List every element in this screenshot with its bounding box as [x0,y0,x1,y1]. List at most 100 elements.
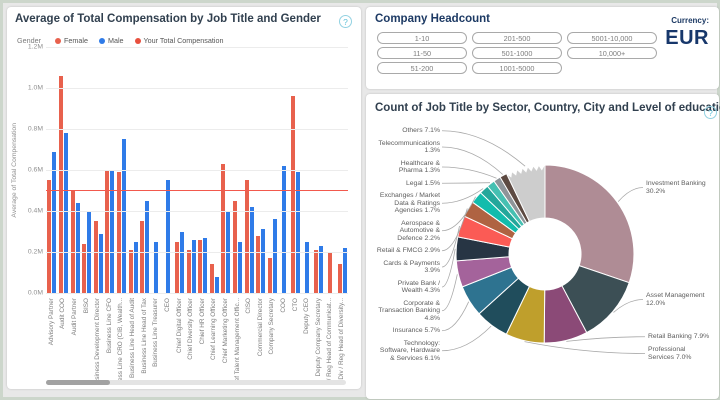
bar-female[interactable] [221,163,226,293]
x-tick-label: CTO [291,298,299,312]
y-axis-tick-labels: 0.0M 0.2M 0.4M 0.6M 0.8M 1.0M 1.2M [21,44,43,297]
donut-slice-investment-banking[interactable] [544,164,635,284]
bar-female[interactable] [128,249,133,293]
x-tick-label: BISO [82,298,90,314]
x-tick-cell: Deputy Company Secretary [313,298,325,382]
bar-female[interactable] [105,170,110,293]
scrollbar-thumb[interactable] [46,380,110,385]
bar-male[interactable] [75,202,80,293]
bar-female[interactable] [47,180,52,293]
bar-female[interactable] [93,221,98,293]
bar-male[interactable] [214,276,219,293]
x-tick-cell: BISO [81,298,93,382]
x-tick-cell: Audit Partner [69,298,81,382]
bar-male[interactable] [203,237,208,293]
headcount-filter-button[interactable]: 5001-10,000 [567,32,657,44]
gridline [46,252,348,253]
currency-value[interactable]: EUR [665,27,709,50]
bar-male[interactable] [261,229,266,293]
donut-label: Corporate & Transaction Banking 4.8% [378,299,440,322]
bar-female[interactable] [198,239,203,293]
bar-male[interactable] [249,206,254,293]
horizontal-scrollbar[interactable] [46,380,346,385]
bar-female[interactable] [314,249,319,293]
bar-female[interactable] [337,264,342,293]
x-tick-label: Chief Digital Officer [175,298,183,353]
bar-male[interactable] [110,170,115,293]
bar-male[interactable] [238,241,243,293]
x-tick-label: Deputy Company Secretary [314,298,322,377]
bar-female[interactable] [140,221,145,293]
x-tick-label: Business Line Head of Audit [129,298,137,378]
x-tick-cell: Business Line Head of Tax [139,298,151,382]
headcount-filter-button[interactable]: 11-50 [377,47,467,59]
donut-label: Aerospace & Automotive & Defence 2.2% [397,219,440,242]
legend-item[interactable]: Your Total Compensation [134,36,223,45]
x-tick-cell: Div / Reg Head of Communicat... [325,298,337,382]
bar-male[interactable] [165,180,170,293]
x-tick-cell: Div / Reg Head of Diversity... [336,298,348,382]
headcount-filter-button[interactable]: 51-200 [377,62,467,74]
x-tick-label: Business Line Head of Tax [140,298,148,374]
bar-male[interactable] [121,139,126,293]
x-tick-label: CEO [163,298,171,312]
legend-item-label: Male [107,36,124,45]
bar-plot-area [46,47,348,294]
bar-female[interactable] [244,180,249,293]
bar-female[interactable] [58,75,63,293]
headcount-filter-button[interactable]: 1-10 [377,32,467,44]
gridline [46,170,348,171]
legend-item[interactable]: Female [54,36,88,45]
legend-item[interactable]: Male [98,36,124,45]
bar-male[interactable] [191,239,196,293]
bar-male[interactable] [305,241,310,293]
headcount-filter-button[interactable]: 201-500 [472,32,562,44]
bar-female[interactable] [175,241,179,293]
bar-male[interactable] [133,241,138,293]
headcount-button-group: 1-10 201-500 5001-10,000 11-50 501-1000 10,00… [377,32,657,74]
bar-female[interactable] [328,252,333,293]
donut-label: Investment Banking 30.2% [646,180,706,195]
x-tick-cell: Chief Marketing Officer [220,298,232,382]
donut-plot-area: Others 7.1% Telecommunications 1.3% Healthc… [366,94,719,399]
bar-male[interactable] [342,247,347,293]
help-icon[interactable]: ? [339,15,352,28]
leader-line [441,274,458,312]
bar-male[interactable] [272,219,277,293]
your-total-compensation-line [46,189,348,191]
bar-male[interactable] [145,200,150,293]
bar-male[interactable] [98,233,103,293]
x-tick-label: Company Secretary [268,298,276,355]
x-tick-cell: CISO [243,298,255,382]
bar-male[interactable] [281,165,286,293]
bar-male[interactable] [63,133,68,293]
x-axis-tick-labels: Advisory Partner Audit COO Audit Partner BI… [46,298,348,382]
x-tick-label: Business Line CFO [105,298,113,354]
x-tick-label: COO [279,298,287,313]
donut-label: Telecommunications 1.3% [378,139,440,155]
headcount-filter-button[interactable]: 501-1000 [472,47,562,59]
bar-female[interactable] [267,258,272,293]
y-axis-title: Average of Total Compensation [11,122,18,218]
x-tick-label: Audit COO [59,298,67,329]
bar-female[interactable] [291,96,296,293]
bar-female[interactable] [209,264,214,293]
bar-female[interactable] [233,200,238,293]
x-tick-label: CISO [245,298,253,314]
x-tick-cell: Advisory Partner [46,298,58,382]
bar-female[interactable] [256,235,261,293]
x-tick-label: Chief Talent Management Offic... [233,298,241,382]
y-tick-label: 0.2M [27,248,43,256]
bar-male[interactable] [52,151,57,293]
bar-male[interactable] [180,231,184,293]
bar-male[interactable] [154,241,159,293]
bar-female[interactable] [70,190,75,293]
leader-line [441,166,497,179]
headcount-filter-button[interactable]: 1001-5000 [472,62,562,74]
headcount-filter-button[interactable]: 10,000+ [567,47,657,59]
headcount-title: Company Headcount [375,13,491,25]
bar-female[interactable] [186,249,191,293]
donut-label: Legal 1.5% [405,179,440,187]
donut-label: Private Bank / Wealth 4.3% [397,279,440,295]
donut-label: Healthcare & Pharma 1.3% [398,159,440,175]
